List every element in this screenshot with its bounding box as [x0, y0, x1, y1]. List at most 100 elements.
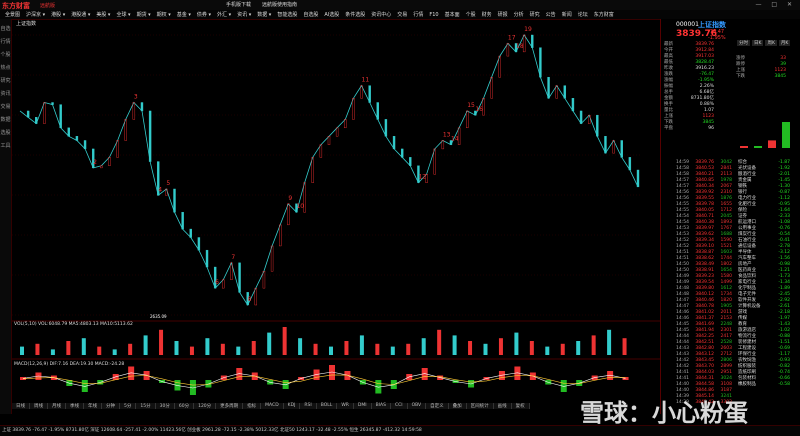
menu-item[interactable]: 债券 ▾ — [194, 11, 214, 18]
period-tab[interactable]: RSI — [300, 403, 317, 409]
candle — [392, 136, 396, 150]
menu-item[interactable]: 基本面 — [442, 11, 463, 18]
volume-bar — [189, 346, 194, 355]
menu-item[interactable]: 数据 ▾ — [254, 11, 274, 18]
menu-item[interactable]: 分析 — [511, 11, 527, 18]
sidebar-item[interactable]: 选股 — [0, 129, 11, 136]
quote-tabs: 分时 日K 周K 月K — [737, 40, 791, 46]
period-tab[interactable]: 年线 — [84, 403, 102, 409]
period-tab[interactable]: 更多周期 — [216, 403, 244, 409]
menu-item[interactable]: 期货 ▾ — [134, 11, 154, 18]
candle — [132, 102, 136, 120]
candle — [506, 43, 510, 57]
candle — [352, 98, 355, 120]
menu-item[interactable]: 资讯 ▾ — [234, 11, 254, 18]
menu-item[interactable]: 基金 ▾ — [174, 11, 194, 18]
sidebar-item[interactable]: 交易 — [0, 103, 11, 110]
quote-tab[interactable]: 分时 — [737, 40, 750, 46]
menu-item[interactable]: 资讯中心 — [368, 11, 394, 18]
period-tab[interactable]: 5分 — [120, 403, 137, 409]
menu-item[interactable]: AI选股 — [321, 11, 342, 18]
menu-item[interactable]: 论坛 — [575, 11, 591, 18]
period-tab[interactable]: OBV — [407, 403, 427, 409]
period-tab[interactable]: KDJ — [283, 403, 301, 409]
quote-tab[interactable]: 周K — [765, 40, 777, 46]
menu-item[interactable]: 公告 — [543, 11, 559, 18]
period-tab[interactable]: WR — [337, 403, 354, 409]
sidebar-item[interactable]: 研究 — [0, 77, 11, 84]
quote-tab[interactable]: 日K — [752, 40, 764, 46]
kline-chart[interactable]: 2345678910111213141516171819 — [12, 25, 660, 403]
candle — [270, 245, 274, 272]
menu-item[interactable]: 外汇 ▾ — [214, 11, 234, 18]
period-tab[interactable]: BIAS — [371, 403, 391, 409]
menu-item[interactable]: 交易 — [394, 11, 410, 18]
period-tab[interactable]: 120分 — [194, 403, 217, 409]
menu-item[interactable]: 美股 ▾ — [93, 11, 113, 18]
wave-label: 4 — [158, 186, 162, 193]
menu-item[interactable]: F10 — [426, 12, 441, 18]
menu-item[interactable]: 全球 ▾ — [113, 11, 133, 18]
adv-dec-bar — [768, 140, 776, 148]
period-tab[interactable]: 分钟 — [102, 403, 120, 409]
sidebar-item[interactable]: 工具 — [0, 142, 11, 149]
candle — [596, 114, 599, 137]
period-tab[interactable]: 月线 — [48, 403, 66, 409]
menu-item[interactable]: 新闻 — [559, 11, 575, 18]
period-tab[interactable]: 画线 — [493, 403, 512, 409]
sidebar-item[interactable]: 热点 — [0, 64, 11, 71]
sector-row[interactable]: 橡胶制品 -0.58 — [738, 382, 790, 388]
period-tab[interactable]: MACD — [261, 403, 284, 409]
menu-item[interactable]: 研报 — [495, 11, 511, 18]
period-tab[interactable]: DMI — [353, 403, 372, 409]
menu-item[interactable]: 全景图 — [2, 11, 23, 18]
sidebar-item[interactable]: 自选 — [0, 25, 11, 32]
menu-item[interactable]: 条件选股 — [342, 11, 368, 18]
sector-name: 橡胶制品 — [738, 382, 756, 387]
menu-item[interactable]: 港股 ▾ — [48, 11, 68, 18]
menu-item[interactable]: 东方财富 — [591, 11, 617, 18]
menu-item[interactable]: 自选股 — [300, 11, 321, 18]
menu-item[interactable]: 财务 — [479, 11, 495, 18]
candle — [498, 55, 501, 78]
sidebar-item[interactable]: 资讯 — [0, 90, 11, 97]
window-controls[interactable]: — □ ✕ — [755, 1, 796, 8]
menu-item[interactable]: 研究 — [527, 11, 543, 18]
period-tab[interactable]: 日线 — [12, 403, 30, 409]
mobile-download-button[interactable]: 手机版下载 — [226, 1, 251, 8]
guide-button[interactable]: 远航版使用指南 — [262, 1, 297, 8]
period-tab[interactable]: BOLL — [316, 403, 338, 409]
candle — [433, 148, 436, 175]
period-tab[interactable]: 叠加 — [448, 403, 467, 409]
menu-item[interactable]: 智能选股 — [274, 11, 300, 18]
menu-item[interactable]: 个股 — [463, 11, 479, 18]
wave-label: 7 — [231, 254, 235, 261]
quote-tab[interactable]: 月K — [778, 40, 791, 46]
period-tab[interactable]: 15分 — [136, 403, 156, 409]
volume-bar — [50, 349, 55, 355]
candle — [368, 85, 371, 103]
menu-item[interactable]: 沪深京 ▾ — [23, 11, 48, 18]
period-tab[interactable]: 周线 — [30, 403, 48, 409]
sidebar-item[interactable]: 数据 — [0, 116, 11, 123]
status-ticker: 上证 3839.76 -76.47 -1.95% 8731.80亿 深证 126… — [2, 428, 422, 433]
period-tab[interactable]: 30分 — [155, 403, 175, 409]
period-tab[interactable]: CCI — [390, 403, 408, 409]
period-tab[interactable]: 季线 — [66, 403, 84, 409]
sidebar-item[interactable]: 行情 — [0, 38, 11, 45]
wave-label: 15 — [467, 102, 475, 109]
candle — [43, 102, 46, 124]
period-tab[interactable]: 60分 — [174, 403, 195, 409]
period-tab[interactable]: 自定义 — [426, 403, 449, 409]
period-tab[interactable]: 复权 — [511, 403, 530, 409]
volume-bar — [128, 343, 133, 355]
menu-item[interactable]: 港股通 ▾ — [68, 11, 93, 18]
volume-bar — [390, 346, 395, 355]
period-tab[interactable]: 指标 — [243, 403, 262, 409]
menu-item[interactable]: 期权 ▾ — [154, 11, 174, 18]
period-tab[interactable]: 区间统计 — [466, 403, 494, 409]
menu-item[interactable]: 行情 — [410, 11, 426, 18]
sector-list: 综合 -1.87 光伏设备 -1.92 酿酒行业 -2.01 贵金属 -1.45 钢铁 -1.30… — [738, 160, 790, 388]
time-and-sales: 14:59 3839.76 3042 14:58 3840.53 2841 14:58 384… — [676, 160, 732, 406]
sidebar-item[interactable]: 个股 — [0, 51, 11, 58]
